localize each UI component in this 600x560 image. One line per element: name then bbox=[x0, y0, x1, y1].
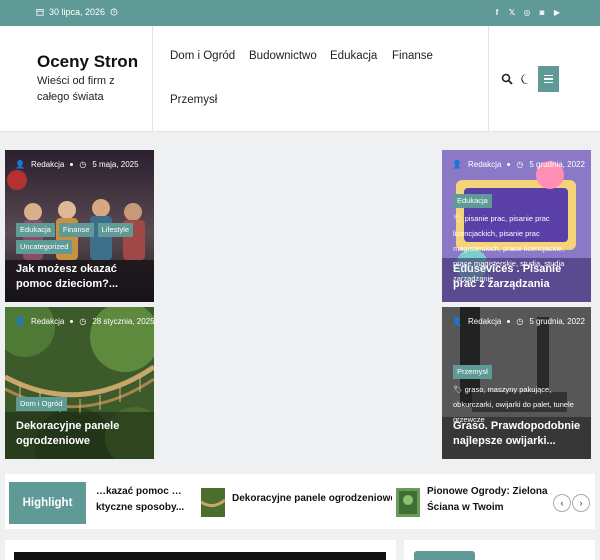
main-nav: Dom i Ogród Budownictwo Edukacja Finanse… bbox=[153, 26, 489, 132]
post-author[interactable]: Redakcja bbox=[31, 160, 64, 169]
topbar-date: 30 lipca, 2026 bbox=[36, 7, 118, 17]
highlight-item-title[interactable]: …kazać pomoc …ktyczne sposoby... bbox=[96, 484, 191, 516]
tag-icon: 🏷 bbox=[453, 385, 465, 394]
clock-icon: ◷ bbox=[516, 317, 524, 326]
post-card[interactable]: 👤 Redakcja ◷ 5 grudnia, 2022 Edukacja 🏷 … bbox=[442, 150, 591, 302]
widget-tab[interactable] bbox=[414, 551, 475, 560]
meta-separator bbox=[70, 163, 74, 166]
featured-section bbox=[5, 540, 396, 560]
hamburger-line bbox=[544, 78, 553, 80]
category-tag[interactable]: Przemysł bbox=[453, 365, 492, 379]
highlight-ticker: Highlight …kazać pomoc …ktyczne sposoby.… bbox=[5, 474, 595, 529]
category-tag[interactable]: Lifestyle bbox=[97, 223, 134, 237]
post-author[interactable]: Redakcja bbox=[468, 317, 501, 326]
post-date[interactable]: 28 stycznia, 2025 bbox=[92, 317, 154, 326]
meta-separator bbox=[507, 163, 511, 166]
post-title[interactable]: Edusevices . Pisanie prac z zarządzania bbox=[453, 262, 583, 292]
highlight-next-button[interactable]: › bbox=[572, 494, 590, 512]
post-meta: 👤 Redakcja ◷ 5 grudnia, 2022 bbox=[452, 317, 585, 326]
clock-icon: ◷ bbox=[79, 160, 87, 169]
search-icon[interactable] bbox=[501, 73, 513, 85]
nav-item-budownictwo[interactable]: Budownictwo bbox=[249, 50, 317, 62]
dark-mode-icon[interactable] bbox=[520, 73, 532, 85]
post-title[interactable]: Dekoracyjne panele ogrodzeniowe bbox=[16, 419, 146, 449]
post-card[interactable]: 👤 Redakcja ◷ 5 grudnia, 2022 Przemysł 🏷 … bbox=[442, 307, 591, 459]
top-bar: 30 lipca, 2026 f 𝕏 ◎ ◙ ▶ bbox=[0, 0, 600, 26]
highlight-item-title[interactable]: Dekoracyjne panele ogrodzeniowe bbox=[232, 491, 392, 507]
highlight-thumbnail[interactable] bbox=[396, 488, 420, 517]
post-date[interactable]: 5 grudnia, 2022 bbox=[529, 160, 585, 169]
post-meta: 👤 Redakcja ◷ 5 maja, 2025 bbox=[15, 160, 139, 169]
x-twitter-icon[interactable]: 𝕏 bbox=[507, 7, 517, 18]
site-tagline: Wieści od firm z całego świata bbox=[37, 75, 115, 103]
menu-toggle-button[interactable] bbox=[538, 66, 559, 92]
post-title[interactable]: Graso. Prawdopodobnie najlepsze owijarki… bbox=[453, 419, 583, 449]
featured-video[interactable] bbox=[14, 552, 386, 560]
dribbble-icon[interactable]: ◎ bbox=[522, 7, 532, 18]
post-tags: Edukacja Finanse Lifestyle Uncategorized bbox=[16, 223, 148, 254]
hamburger-line bbox=[544, 74, 553, 77]
category-tag[interactable]: Edukacja bbox=[453, 194, 492, 208]
facebook-icon[interactable]: f bbox=[492, 7, 502, 18]
post-tags: Dom i Ogród bbox=[16, 397, 148, 411]
meta-separator bbox=[70, 320, 74, 323]
post-card[interactable]: 👤 Redakcja ◷ 5 maja, 2025 Edukacja Finan… bbox=[5, 150, 154, 302]
nav-item-dom-i-ogrod[interactable]: Dom i Ogród bbox=[170, 50, 235, 62]
post-title[interactable]: Jak możesz okazać pomoc dzieciom?... bbox=[16, 262, 146, 292]
date-text: 30 lipca, 2026 bbox=[49, 7, 106, 17]
clock-icon: ◷ bbox=[79, 317, 87, 326]
clock-icon: ◷ bbox=[516, 160, 524, 169]
user-icon: 👤 bbox=[15, 160, 25, 169]
user-icon: 👤 bbox=[452, 160, 462, 169]
clock-icon bbox=[110, 8, 118, 16]
nav-item-przemysl[interactable]: Przemysł bbox=[170, 94, 217, 106]
highlight-prev-button[interactable]: ‹ bbox=[553, 494, 571, 512]
post-card[interactable]: 👤 Redakcja ◷ 28 stycznia, 2025 Dom i Ogr… bbox=[5, 307, 154, 459]
meta-separator bbox=[507, 320, 511, 323]
highlight-item-title[interactable]: Pionowe Ogrody: Zielona Ściana w Twoim O… bbox=[427, 484, 549, 518]
user-icon: 👤 bbox=[15, 317, 25, 326]
site-title[interactable]: Oceny Stron bbox=[37, 52, 138, 72]
post-meta: 👤 Redakcja ◷ 28 stycznia, 2025 bbox=[15, 317, 154, 326]
category-tag[interactable]: Uncategorized bbox=[16, 240, 73, 254]
youtube-icon[interactable]: ▶ bbox=[552, 7, 562, 18]
post-tags: Przemysł 🏷 graso, maszyny pakujące, obku… bbox=[453, 365, 585, 427]
category-tag[interactable]: Finanse bbox=[58, 223, 94, 237]
calendar-icon bbox=[36, 9, 44, 16]
header-tools bbox=[490, 26, 600, 132]
social-links: f 𝕏 ◎ ◙ ▶ bbox=[492, 7, 562, 18]
instagram-icon[interactable]: ◙ bbox=[537, 7, 547, 18]
post-date[interactable]: 5 grudnia, 2022 bbox=[529, 317, 585, 326]
post-author[interactable]: Redakcja bbox=[468, 160, 501, 169]
category-tag[interactable]: Edukacja bbox=[16, 223, 55, 237]
post-date[interactable]: 5 maja, 2025 bbox=[92, 160, 138, 169]
post-author[interactable]: Redakcja bbox=[31, 317, 64, 326]
user-icon: 👤 bbox=[452, 317, 462, 326]
category-tag[interactable]: Dom i Ogród bbox=[16, 397, 67, 411]
brand: Oceny Stron Wieści od firm z całego świa… bbox=[0, 26, 153, 132]
site-header: Oceny Stron Wieści od firm z całego świa… bbox=[0, 26, 600, 132]
nav-item-finanse[interactable]: Finanse bbox=[392, 50, 433, 62]
highlight-thumbnail[interactable] bbox=[201, 488, 225, 517]
tag-icon: 🏷 bbox=[453, 214, 465, 223]
post-meta: 👤 Redakcja ◷ 5 grudnia, 2022 bbox=[452, 160, 585, 169]
hamburger-line bbox=[544, 81, 553, 84]
sidebar-widget bbox=[404, 540, 595, 560]
highlight-label: Highlight bbox=[9, 482, 86, 524]
nav-item-edukacja[interactable]: Edukacja bbox=[330, 50, 377, 62]
